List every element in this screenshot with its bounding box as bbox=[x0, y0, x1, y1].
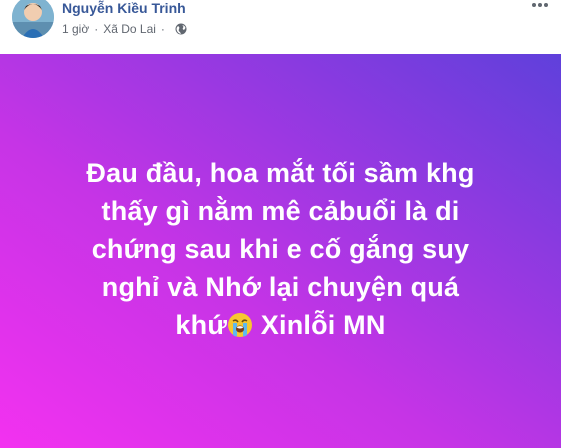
author-avatar[interactable] bbox=[12, 0, 54, 38]
meta-separator: · bbox=[94, 22, 99, 36]
post-time[interactable]: 1 giờ bbox=[62, 22, 89, 36]
post-text: Đau đầu, hoa mắt tối sầm khg thấy gì nằm… bbox=[20, 154, 541, 344]
author-name[interactable]: Nguyễn Kiều Trinh bbox=[62, 0, 186, 16]
post-background: Đau đầu, hoa mắt tối sầm khg thấy gì nằm… bbox=[0, 54, 561, 448]
post-text-line-4: nghỉ và Nhớ lại chuyện quá bbox=[101, 272, 460, 302]
meta-separator-2: · bbox=[160, 22, 165, 36]
more-options-icon[interactable] bbox=[529, 0, 551, 14]
post-location[interactable]: Xã Do Lai bbox=[103, 22, 156, 36]
loudly-crying-face-icon bbox=[228, 313, 253, 337]
post-text-line-2: thấy gì nằm mê cảbuổi là di bbox=[101, 196, 460, 226]
post-text-apology: Xinlỗi MN bbox=[253, 310, 386, 340]
post-text-last-word: khứ bbox=[175, 310, 228, 340]
avatar-image bbox=[12, 0, 54, 38]
facebook-post: Nguyễn Kiều Trinh 1 giờ · Xã Do Lai · Đa… bbox=[0, 0, 561, 448]
post-text-line-1: Đau đầu, hoa mắt tối sầm khg bbox=[86, 158, 475, 188]
post-meta: 1 giờ · Xã Do Lai · bbox=[62, 22, 187, 36]
post-header: Nguyễn Kiều Trinh 1 giờ · Xã Do Lai · bbox=[0, 0, 561, 54]
post-text-line-5: khứ Xinlỗi MN bbox=[20, 306, 541, 344]
post-text-line-3: chứng sau khi e cố gắng suy bbox=[91, 234, 470, 264]
globe-icon[interactable] bbox=[175, 23, 187, 35]
